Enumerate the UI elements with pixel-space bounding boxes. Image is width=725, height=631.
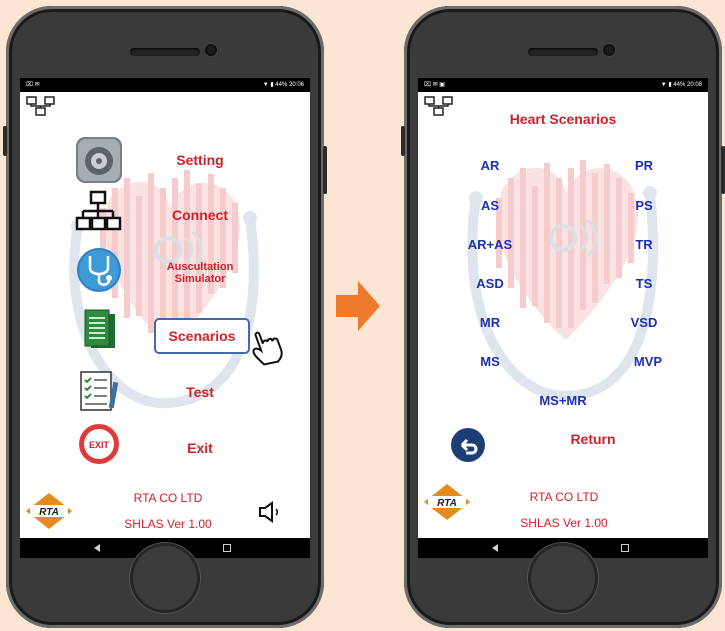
- scenario-ts[interactable]: TS: [614, 276, 674, 291]
- exit-icon-text: EXIT: [89, 440, 110, 450]
- menu-label-auscultation[interactable]: Auscultation Simulator: [145, 261, 255, 285]
- gear-icon[interactable]: [75, 136, 123, 184]
- scenarios-button[interactable]: Scenarios: [154, 318, 250, 354]
- scenario-ms[interactable]: MS: [460, 354, 520, 369]
- scenario-vsd[interactable]: VSD: [614, 315, 674, 330]
- auscultation-line1: Auscultation: [166, 261, 234, 273]
- nav-back-icon[interactable]: [492, 544, 498, 552]
- menu-label-setting[interactable]: Setting: [145, 152, 255, 168]
- volume-button: [3, 126, 7, 156]
- rta-logo-text: RTA: [39, 507, 59, 518]
- page-title: Heart Scenarios: [509, 111, 617, 127]
- company-name: RTA CO LTD: [529, 490, 599, 504]
- checklist-icon[interactable]: [75, 368, 123, 416]
- menu-label-test[interactable]: Test: [145, 384, 255, 400]
- arrow-right-icon: [336, 281, 380, 331]
- speaker-grille: [130, 48, 200, 56]
- exit-icon[interactable]: EXIT: [77, 422, 121, 466]
- nav-recent-icon[interactable]: [621, 544, 629, 552]
- power-button: [323, 146, 327, 194]
- scenario-as[interactable]: AS: [460, 198, 520, 213]
- scenario-pr[interactable]: PR: [614, 158, 674, 173]
- home-button: [528, 543, 598, 613]
- scenario-tr[interactable]: TR: [614, 237, 674, 252]
- phone-frame-left: ⌧ ✉ ▼ ▮ 44% 20:06 Setting Connect Auscul…: [3, 6, 327, 628]
- nav-recent-icon[interactable]: [223, 544, 231, 552]
- volume-button: [401, 126, 405, 156]
- network-connect-icon[interactable]: [75, 190, 123, 238]
- stethoscope-icon[interactable]: [75, 246, 123, 294]
- scenario-asd[interactable]: ASD: [460, 276, 520, 291]
- scenario-ms-mr[interactable]: MS+MR: [533, 393, 593, 408]
- scenario-mvp[interactable]: MVP: [618, 354, 678, 369]
- auscultation-line2: Simulator: [174, 273, 226, 285]
- menu-label-exit[interactable]: Exit: [145, 440, 255, 456]
- version-label: SHLAS Ver 1.00: [124, 517, 212, 531]
- scenario-ar-as[interactable]: AR+AS: [460, 237, 520, 252]
- speaker-icon[interactable]: [258, 501, 284, 523]
- home-button: [130, 543, 200, 613]
- front-camera: [603, 44, 615, 56]
- rta-logo-text: RTA: [437, 498, 457, 509]
- scenario-ar[interactable]: AR: [460, 158, 520, 173]
- menu-label-connect[interactable]: Connect: [145, 207, 255, 223]
- company-name: RTA CO LTD: [133, 491, 203, 505]
- app-screen-heart-scenarios: ⌧ ✉ ▣ ▼ ▮ 44% 20:08 Heart Scenarios AR A…: [418, 78, 708, 558]
- front-camera: [205, 44, 217, 56]
- scenario-mr[interactable]: MR: [460, 315, 520, 330]
- scenario-ps[interactable]: PS: [614, 198, 674, 213]
- power-button: [721, 146, 725, 194]
- return-icon[interactable]: [450, 427, 486, 463]
- rta-logo: RTA: [424, 484, 470, 520]
- documents-icon[interactable]: [75, 308, 123, 356]
- app-screen-main-menu: ⌧ ✉ ▼ ▮ 44% 20:06 Setting Connect Auscul…: [20, 78, 310, 558]
- nav-back-icon[interactable]: [94, 544, 100, 552]
- pointing-hand-icon: [252, 331, 283, 366]
- phone-frame-right: ⌧ ✉ ▣ ▼ ▮ 44% 20:08 Heart Scenarios AR A…: [401, 6, 725, 628]
- version-label: SHLAS Ver 1.00: [520, 516, 608, 530]
- speaker-grille: [528, 48, 598, 56]
- scenarios-label: Scenarios: [168, 328, 236, 344]
- network-icon[interactable]: [26, 96, 56, 118]
- network-icon[interactable]: [424, 96, 454, 118]
- return-button[interactable]: Return: [548, 431, 638, 447]
- rta-logo: RTA: [26, 493, 72, 529]
